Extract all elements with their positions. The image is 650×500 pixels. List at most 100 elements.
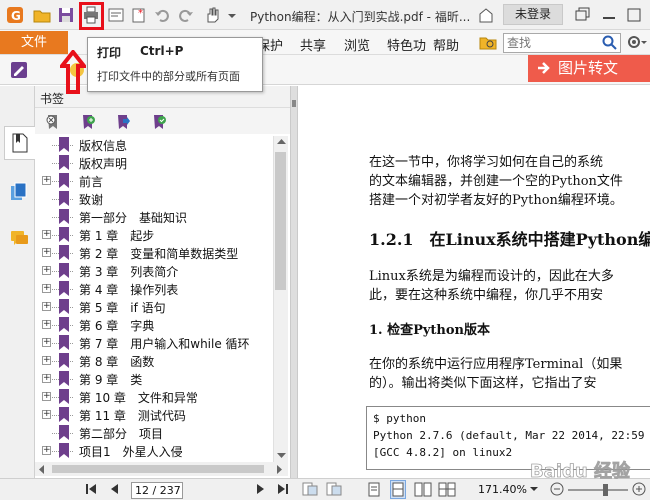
code-line: $ python [373,412,426,425]
bookmark-options-icon[interactable] [151,114,167,130]
undo-icon[interactable] [153,6,171,24]
zoom-slider[interactable] [568,489,628,491]
banner-label: 图片转文 [558,59,619,77]
collapse-panel-icon[interactable] [292,100,296,107]
expand-toggle-icon[interactable]: + [42,338,51,347]
scroll-up-arrow-icon[interactable] [277,138,286,145]
bookmark-flag-icon [59,173,69,188]
search-box[interactable] [503,33,621,53]
bookmark-item[interactable]: + 第 2 章 变量和简单数据类型 [35,244,273,262]
expand-toggle-icon[interactable]: + [42,446,51,455]
bookmark-item[interactable]: + 第 1 章 起步 [35,226,273,244]
bookmark-item[interactable]: + 第 10 章 文件和异常 [35,388,273,406]
scroll-left-arrow-icon[interactable] [38,465,45,474]
bookmark-item[interactable]: + 第 11 章 测试代码 [35,406,273,424]
app-logo-icon[interactable]: G [6,6,24,24]
hand-tool-icon[interactable] [203,6,221,24]
bookmark-item[interactable]: + 第 4 章 操作列表 [35,280,273,298]
paragraph-line: 在你的系统中运行应用程序Terminal（如果 [369,357,623,372]
menu-view[interactable]: 浏览 [344,35,370,54]
scroll-right-arrow-icon[interactable] [276,465,283,474]
continuous-facing-view-icon[interactable] [438,482,456,497]
bookmark-item[interactable]: + 前言 [35,172,273,190]
customize-dropdown-icon[interactable] [226,6,238,24]
expand-toggle-icon[interactable]: + [42,176,51,185]
sign-tool-icon[interactable] [10,61,28,79]
zoom-level[interactable]: 171.40% [478,483,527,496]
search-icon[interactable] [602,35,618,51]
login-button[interactable]: 未登录 [503,4,563,25]
facing-view-icon[interactable] [414,482,432,497]
bookmark-label: 前言 [79,175,104,189]
expand-toggle-icon[interactable]: + [42,248,51,257]
expand-toggle-icon[interactable]: + [42,374,51,383]
bookmark-label: 第 5 章 if 语句 [79,301,166,315]
find-folder-icon[interactable] [479,34,497,51]
bookmark-item[interactable]: + 第 3 章 列表简介 [35,262,273,280]
banner-arrow-icon [536,60,552,76]
single-page-view-icon[interactable] [368,482,380,497]
next-view-icon[interactable] [326,482,342,496]
bookmark-tree: 版权信息 版权声明 + 前言 致谢 第一部分 基础知识 + 第 1 章 起步 + 第 2 章 变量… [35,136,273,462]
expand-toggle-icon[interactable]: + [42,392,51,401]
maximize-icon[interactable] [625,6,643,24]
go-to-bookmark-icon[interactable] [115,114,131,130]
open-folder-icon[interactable] [33,6,51,24]
comments-icon[interactable] [10,230,30,248]
first-page-icon[interactable] [84,482,98,496]
bookmark-label: 第 11 章 测试代码 [79,409,186,423]
menu-features[interactable]: 特色功 [387,35,426,54]
horizontal-scroll-thumb[interactable] [52,465,264,473]
expand-toggle-icon[interactable]: + [42,266,51,275]
ribbon-mode-icon[interactable] [477,6,495,24]
previous-view-icon[interactable] [302,482,318,496]
zoom-slider-handle[interactable] [603,484,608,496]
expand-toggle-icon[interactable]: + [42,230,51,239]
bookmark-item[interactable]: + 第 5 章 if 语句 [35,298,273,316]
add-bookmark-icon[interactable] [80,114,96,130]
delete-bookmark-icon[interactable] [45,114,61,130]
bookmark-item[interactable]: 版权声明 [35,154,273,172]
new-icon[interactable]: * [130,6,148,24]
paragraph-line: 的文本编辑器，并创建一个空的Python文件 [369,174,623,189]
bookmark-scroll-thumb[interactable] [275,152,286,290]
bookmark-item[interactable]: 第一部分 基础知识 [35,208,273,226]
page-number-field[interactable]: 12 / 237 [131,482,183,499]
expand-toggle-icon[interactable]: + [42,320,51,329]
bookmark-item[interactable]: 致谢 [35,190,273,208]
expand-toggle-icon[interactable]: + [42,302,51,311]
menu-share[interactable]: 共享 [300,35,326,54]
bookmark-flag-icon [59,335,69,350]
bookmark-flag-icon [59,317,69,332]
expand-toggle-icon[interactable]: + [42,410,51,419]
last-page-icon[interactable] [276,482,290,496]
bookmark-item[interactable]: + 第 8 章 函数 [35,352,273,370]
panel-splitter[interactable] [290,86,298,478]
scroll-down-arrow-icon[interactable] [277,452,286,459]
expand-toggle-icon[interactable]: + [42,284,51,293]
minimize-icon[interactable] [600,6,618,24]
previous-page-icon[interactable] [108,482,122,496]
redo-icon[interactable] [177,6,195,24]
print-button-highlight [79,2,104,30]
bookmark-item[interactable]: + 项目1 外星人入侵 [35,442,273,460]
window-restore-icon[interactable] [573,6,591,24]
bookmark-item[interactable]: 第二部分 项目 [35,424,273,442]
bookmark-panel-tab[interactable] [4,126,35,160]
next-page-icon[interactable] [253,482,267,496]
bookmark-item[interactable]: + 第 7 章 用户输入和while 循环 [35,334,273,352]
bookmark-item[interactable]: 版权信息 [35,136,273,154]
bookmark-item[interactable]: + 第 6 章 字典 [35,316,273,334]
properties-icon[interactable] [107,6,125,24]
settings-gear-icon[interactable] [626,34,648,51]
file-menu[interactable]: 文件 [0,31,68,54]
expand-toggle-icon[interactable]: + [42,356,51,365]
pages-thumbnail-icon[interactable] [10,182,28,202]
menu-help[interactable]: 帮助 [433,35,459,54]
promo-banner[interactable]: 图片转文 [528,55,650,82]
save-icon[interactable] [57,6,75,24]
bookmark-item[interactable]: + 第 9 章 类 [35,370,273,388]
bookmark-label: 第 7 章 用户输入和while 循环 [79,337,250,351]
continuous-view-icon[interactable] [390,480,406,499]
search-input[interactable] [504,34,596,52]
